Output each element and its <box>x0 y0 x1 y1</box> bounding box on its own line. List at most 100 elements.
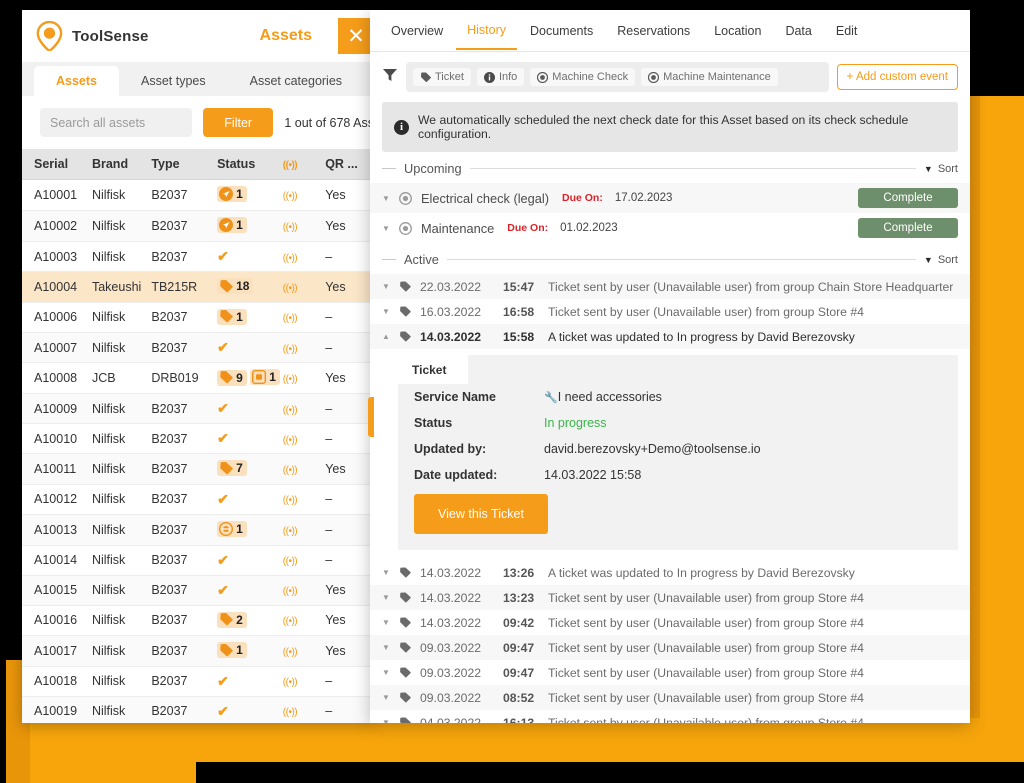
column-header-0[interactable]: Serial <box>22 149 92 180</box>
tab-documents[interactable]: Documents <box>519 12 604 49</box>
view-ticket-button[interactable]: View this Ticket <box>414 494 548 534</box>
table-row[interactable]: A10002NilfiskB20371((•))Yes <box>22 211 374 242</box>
table-row[interactable]: A10004TakeushiTB215R18((•))Yes <box>22 272 374 303</box>
tag-icon <box>219 371 233 384</box>
cell-type: DRB019 <box>151 363 217 394</box>
column-header-2[interactable]: Type <box>151 149 217 180</box>
history-row[interactable]: ▼04.03.202216:13Ticket sent by user (Una… <box>370 710 970 723</box>
search-input[interactable] <box>40 108 192 137</box>
table-row[interactable]: A10008JCBDRB0199 1((•))Yes <box>22 363 374 394</box>
history-row[interactable]: ▼09.03.202209:47Ticket sent by user (Una… <box>370 635 970 660</box>
filter-funnel-icon[interactable] <box>382 67 398 88</box>
history-text: A ticket was updated to In progress by D… <box>548 566 958 580</box>
tab-reservations[interactable]: Reservations <box>606 12 701 49</box>
tab-location[interactable]: Location <box>703 12 772 49</box>
panel-resize-handle[interactable] <box>368 397 374 437</box>
table-row[interactable]: A10012NilfiskB2037✔((•))– <box>22 484 374 514</box>
cell-brand: Nilfisk <box>92 333 151 363</box>
cell-qr: – <box>325 242 374 272</box>
assets-panel: Filter 1 out of 678 Ass SerialBrandTypeS… <box>22 96 374 723</box>
ticket-tag-icon <box>399 667 411 679</box>
table-row[interactable]: A10016NilfiskB20372((•))Yes <box>22 605 374 636</box>
column-header-5[interactable]: QR ... <box>325 149 374 180</box>
filter-chip-0[interactable]: Ticket <box>413 68 471 86</box>
signal-on-icon: ((•)) <box>283 280 297 294</box>
status-badge: 1 <box>217 309 247 325</box>
check-icon: ✔ <box>217 248 229 265</box>
table-row[interactable]: A10003NilfiskB2037✔((•))– <box>22 242 374 272</box>
tab-history[interactable]: History <box>456 11 517 50</box>
filter-chip-2[interactable]: Machine Check <box>530 68 635 86</box>
table-row[interactable]: A10015NilfiskB2037✔((•))Yes <box>22 575 374 605</box>
section-rule <box>447 259 916 260</box>
upcoming-item[interactable]: ▼Electrical check (legal)Due On:17.02.20… <box>370 183 970 213</box>
history-row[interactable]: ▼09.03.202209:47Ticket sent by user (Una… <box>370 660 970 685</box>
table-row[interactable]: A10018NilfiskB2037✔((•))– <box>22 666 374 696</box>
table-row[interactable]: A10011NilfiskB20377((•))Yes <box>22 454 374 485</box>
chevron-down-icon: ▼ <box>924 164 933 174</box>
history-time: 09:47 <box>503 641 539 655</box>
history-row[interactable]: ▼22.03.202215:47Ticket sent by user (Una… <box>370 274 970 299</box>
expand-caret-icon[interactable]: ▼ <box>382 718 390 723</box>
filter-chip-1[interactable]: Info <box>477 68 524 86</box>
column-header-4[interactable]: ((•)) <box>283 149 325 180</box>
status-badge: 7 <box>217 460 247 476</box>
cell-brand: JCB <box>92 363 151 394</box>
assets-tab-0[interactable]: Assets <box>34 66 119 96</box>
cell-brand: Nilfisk <box>92 180 151 211</box>
expand-caret-icon[interactable]: ▲ <box>382 332 390 341</box>
history-row[interactable]: ▼14.03.202209:42Ticket sent by user (Una… <box>370 610 970 635</box>
cell-status: ✔ <box>217 394 283 424</box>
table-row[interactable]: A10017NilfiskB20371((•))Yes <box>22 636 374 667</box>
history-row[interactable]: ▼16.03.202216:58Ticket sent by user (Una… <box>370 299 970 324</box>
expand-caret-icon[interactable]: ▼ <box>382 618 390 627</box>
due-date: 17.02.2023 <box>615 192 673 204</box>
upcoming-item[interactable]: ▼MaintenanceDue On:01.02.2023Complete <box>370 213 970 243</box>
table-row[interactable]: A10007NilfiskB2037✔((•))– <box>22 333 374 363</box>
cell-qr: – <box>325 545 374 575</box>
assets-tab-2[interactable]: Asset categories <box>228 66 364 96</box>
close-icon[interactable]: ✕ <box>338 18 374 54</box>
expand-caret-icon[interactable]: ▼ <box>382 643 390 652</box>
add-custom-event-button[interactable]: + Add custom event <box>837 64 958 90</box>
expand-caret-icon[interactable]: ▼ <box>382 693 390 702</box>
cell-status: ✔ <box>217 424 283 454</box>
column-header-3[interactable]: Status <box>217 149 283 180</box>
expand-caret-icon[interactable]: ▼ <box>382 568 390 577</box>
cell-status: 1 <box>217 636 283 667</box>
section-dash <box>382 259 396 260</box>
expand-caret-icon[interactable]: ▼ <box>382 282 390 291</box>
result-count: 1 out of 678 Ass <box>284 116 374 130</box>
active-sort-button[interactable]: ▼ Sort <box>924 254 958 266</box>
table-row[interactable]: A10013NilfiskB20371((•))– <box>22 514 374 545</box>
expand-caret-icon[interactable]: ▼ <box>382 668 390 677</box>
expand-caret-icon[interactable]: ▼ <box>382 307 390 316</box>
history-row[interactable]: ▼09.03.202208:52Ticket sent by user (Una… <box>370 685 970 710</box>
table-row[interactable]: A10019NilfiskB2037✔((•))– <box>22 696 374 723</box>
tab-edit[interactable]: Edit <box>825 12 869 49</box>
cell-qr: – <box>325 302 374 333</box>
history-row[interactable]: ▼14.03.202213:23Ticket sent by user (Una… <box>370 585 970 610</box>
upcoming-sort-button[interactable]: ▼ Sort <box>924 163 958 175</box>
table-row[interactable]: A10006NilfiskB20371((•))– <box>22 302 374 333</box>
table-row[interactable]: A10010NilfiskB2037✔((•))– <box>22 424 374 454</box>
cell-qr: Yes <box>325 605 374 636</box>
history-row[interactable]: ▼14.03.202213:26A ticket was updated to … <box>370 560 970 585</box>
table-row[interactable]: A10001NilfiskB20371((•))Yes <box>22 180 374 211</box>
tab-overview[interactable]: Overview <box>380 12 454 49</box>
history-row[interactable]: ▲14.03.202215:58A ticket was updated to … <box>370 324 970 349</box>
filter-button[interactable]: Filter <box>203 108 273 137</box>
expand-caret-icon[interactable]: ▼ <box>382 593 390 602</box>
table-row[interactable]: A10014NilfiskB2037✔((•))– <box>22 545 374 575</box>
complete-button[interactable]: Complete <box>858 218 958 238</box>
complete-button[interactable]: Complete <box>858 188 958 208</box>
tab-data[interactable]: Data <box>774 12 822 49</box>
expand-caret-icon[interactable]: ▼ <box>382 194 390 203</box>
cell-serial: A10004 <box>22 272 92 303</box>
filter-chip-3[interactable]: Machine Maintenance <box>641 68 778 86</box>
assets-tab-1[interactable]: Asset types <box>119 66 228 96</box>
column-header-1[interactable]: Brand <box>92 149 151 180</box>
history-time: 09:42 <box>503 616 539 630</box>
table-row[interactable]: A10009NilfiskB2037✔((•))– <box>22 394 374 424</box>
expand-caret-icon[interactable]: ▼ <box>382 224 390 233</box>
